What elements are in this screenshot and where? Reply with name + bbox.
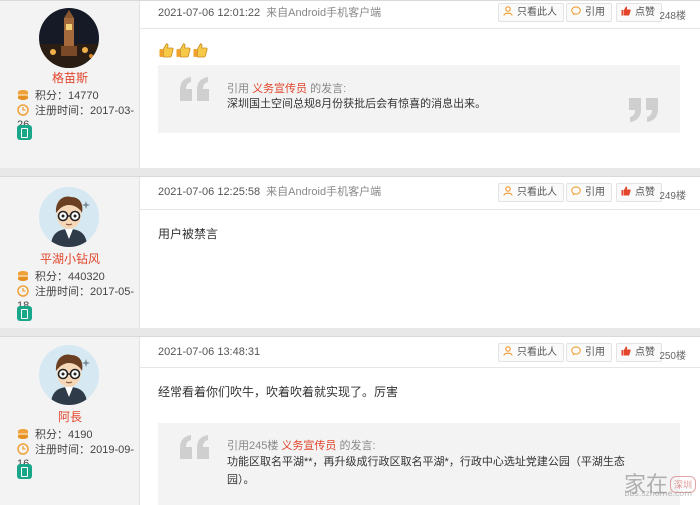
open-quote-icon xyxy=(180,77,209,101)
floor-number: 248楼 xyxy=(659,11,686,22)
register-label: 注册时间： xyxy=(35,444,90,456)
user-icon xyxy=(503,186,513,196)
points-stat: 积分：14770 xyxy=(17,89,99,103)
username[interactable]: 阿長 xyxy=(0,408,140,425)
thumbs-up-icon xyxy=(621,186,631,196)
quote-button[interactable]: 引用 xyxy=(566,343,612,362)
username[interactable]: 格苗斯 xyxy=(0,69,140,86)
post-datetime: 2021-07-06 12:01:22 xyxy=(158,7,261,19)
post-text: 经常看着你们吹牛，吹着吹着就实现了。厉害 xyxy=(158,385,399,399)
only-this-user-button[interactable]: 只看此人 xyxy=(498,343,564,362)
register-stat: 注册时间：2017-05-18 xyxy=(17,285,139,312)
mobile-icon xyxy=(17,464,32,479)
avatar[interactable] xyxy=(39,187,99,247)
quote-button[interactable]: 引用 xyxy=(566,3,612,22)
like-button[interactable]: 点赞 xyxy=(616,343,662,362)
thumbs-up-emoji-icon xyxy=(193,43,208,58)
coins-icon xyxy=(18,429,28,439)
author-panel: 平湖小钻风 积分：440320 注册时间：2017-05-18 xyxy=(0,177,140,328)
mobile-icon xyxy=(17,306,32,321)
post-source: 来自Android手机客户端 xyxy=(266,7,382,19)
points-value: 4190 xyxy=(68,429,93,441)
username[interactable]: 平湖小钻风 xyxy=(0,250,140,267)
thumbs-up-emoji-icon xyxy=(176,43,191,58)
post-248: 格苗斯 积分：14770 注册时间：2017-03-26 2021-07-06 … xyxy=(0,0,700,168)
quote-block: 引用 义务宣传员 的发言: 深圳国土空间总规8月份获批后会有惊喜的消息出来。 xyxy=(158,65,680,133)
register-stat: 注册时间：2019-09-16 xyxy=(17,443,139,470)
post-source: 来自Android手机客户端 xyxy=(266,186,382,198)
divider xyxy=(140,367,700,368)
user-icon xyxy=(503,6,513,16)
mobile-icon xyxy=(17,125,32,140)
quoted-user-link[interactable]: 义务宣传员 xyxy=(252,83,307,95)
like-button[interactable]: 点赞 xyxy=(616,3,662,22)
avatar[interactable] xyxy=(39,345,99,405)
register-stat: 注册时间：2017-03-26 xyxy=(17,104,139,131)
clock-icon xyxy=(17,285,29,297)
post-datetime: 2021-07-06 13:48:31 xyxy=(158,346,261,358)
coins-icon xyxy=(18,271,28,281)
thumbs-up-icon xyxy=(621,346,631,356)
quote-text: 功能区取名平湖**，再升级成行政区取名平湖*，行政中心选址党建公园（平湖生态园）… xyxy=(227,456,625,486)
quote-text: 深圳国土空间总规8月份获批后会有惊喜的消息出来。 xyxy=(227,98,487,110)
only-this-user-button[interactable]: 只看此人 xyxy=(498,183,564,202)
open-quote-icon xyxy=(180,435,209,459)
post-meta: 2021-07-06 12:25:58 来自Android手机客户端 xyxy=(158,180,381,212)
close-quote-icon xyxy=(629,98,658,122)
register-label: 注册时间： xyxy=(35,105,90,117)
quote-header: 引用245楼 义务宣传员 的发言: xyxy=(227,440,376,452)
register-label: 注册时间： xyxy=(35,286,90,298)
points-label: 积分： xyxy=(35,429,68,441)
quote-button[interactable]: 引用 xyxy=(566,183,612,202)
speech-bubble-icon xyxy=(571,346,581,356)
emoji-row xyxy=(159,43,210,61)
divider xyxy=(140,28,700,29)
thumbs-up-icon xyxy=(621,6,631,16)
floor-number: 249楼 xyxy=(659,191,686,202)
post-datetime: 2021-07-06 12:25:58 xyxy=(158,186,261,198)
only-this-user-button[interactable]: 只看此人 xyxy=(498,3,564,22)
points-value: 14770 xyxy=(68,90,99,102)
clock-icon xyxy=(17,104,29,116)
speech-bubble-icon xyxy=(571,6,581,16)
points-value: 440320 xyxy=(68,271,105,283)
author-panel: 格苗斯 积分：14770 注册时间：2017-03-26 xyxy=(0,1,140,168)
author-panel: 阿長 积分：4190 注册时间：2019-09-16 xyxy=(0,337,140,505)
speech-bubble-icon xyxy=(571,186,581,196)
post-250: 阿長 积分：4190 注册时间：2019-09-16 2021-07-06 13… xyxy=(0,336,700,505)
user-icon xyxy=(503,346,513,356)
quote-header: 引用 义务宣传员 的发言: xyxy=(227,83,347,95)
points-stat: 积分：440320 xyxy=(17,270,105,284)
points-label: 积分： xyxy=(35,271,68,283)
quoted-user-link[interactable]: 义务宣传员 xyxy=(281,440,336,452)
divider xyxy=(140,209,700,210)
quote-block: 引用245楼 义务宣传员 的发言: 功能区取名平湖**，再升级成行政区取名平湖*… xyxy=(158,423,680,505)
avatar[interactable] xyxy=(39,8,99,68)
clock-icon xyxy=(17,443,29,455)
coins-icon xyxy=(18,90,28,100)
points-label: 积分： xyxy=(35,90,68,102)
watermark-url: bbs.szhome.com xyxy=(624,489,692,498)
site-watermark: 家在 深圳 bbs.szhome.com xyxy=(624,467,696,499)
points-stat: 积分：4190 xyxy=(17,428,92,442)
like-button[interactable]: 点赞 xyxy=(616,183,662,202)
floor-number: 250楼 xyxy=(659,351,686,362)
thumbs-up-emoji-icon xyxy=(159,43,174,58)
post-text: 用户被禁言 xyxy=(158,227,219,241)
post-249: 平湖小钻风 积分：440320 注册时间：2017-05-18 2021-07-… xyxy=(0,176,700,328)
